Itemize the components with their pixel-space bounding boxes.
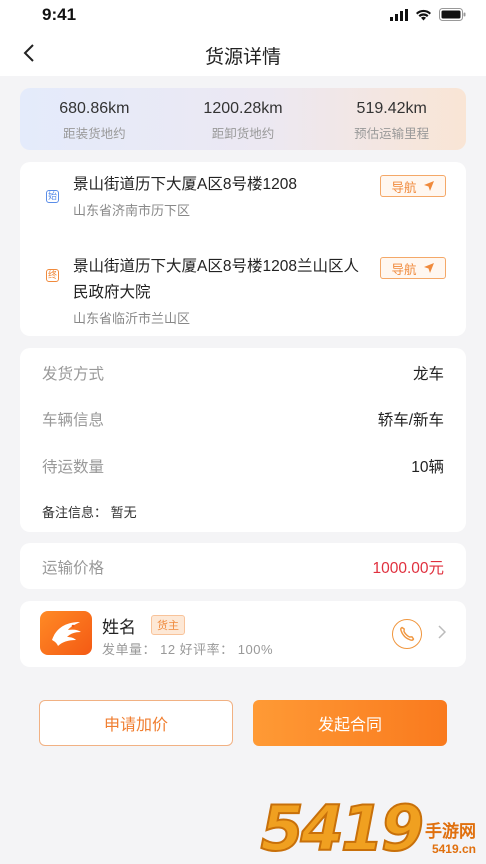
navigate-label: 导航 xyxy=(391,180,417,195)
nav-bar: 货源详情 xyxy=(0,30,486,76)
status-time: 9:41 xyxy=(42,5,77,24)
detail-value: 龙车 xyxy=(412,366,444,383)
shipper-card[interactable]: 姓名 货主 发单量： 12 好评率： 100% xyxy=(20,601,466,667)
route-card: 始 景山街道历下大厦A区8号楼1208 山东省济南市历下区 导航 终 景山街道历… xyxy=(20,162,466,336)
stat-value: 519.42km xyxy=(356,100,427,117)
detail-row-shipping-method: 发货方式 龙车 xyxy=(42,362,444,384)
end-tag: 终 xyxy=(46,269,59,282)
watermark-number: 5419 xyxy=(259,792,425,864)
start-address-text: 景山街道历下大厦A区8号楼1208 xyxy=(73,176,297,193)
detail-label: 待运数量 xyxy=(42,459,105,476)
stat-label: 预估运输里程 xyxy=(354,127,430,141)
remark-text: 备注信息： 暂无 xyxy=(42,505,137,520)
navigation-arrow-icon xyxy=(423,181,434,191)
price-row: 运输价格 1000.00元 xyxy=(42,556,444,578)
eagle-logo-icon xyxy=(52,622,81,646)
end-region: 山东省临沂市兰山区 xyxy=(73,311,191,326)
distance-stats: 680.86km 距装货地约 1200.28km 距卸货地约 519.42km … xyxy=(20,88,466,150)
status-bar: 9:41 xyxy=(0,0,486,30)
stat-label: 距装货地约 xyxy=(63,127,126,141)
navigation-arrow-icon xyxy=(423,263,434,273)
price-card: 运输价格 1000.00元 xyxy=(20,543,466,589)
stat-value: 680.86km xyxy=(59,100,130,117)
phone-icon xyxy=(400,626,415,641)
user-stats: 发单量： 12 好评率： 100% xyxy=(102,642,274,657)
stat-transport-distance: 519.42km 预估运输里程 xyxy=(317,88,466,150)
status-icons xyxy=(390,8,466,21)
detail-label: 发货方式 xyxy=(42,366,105,383)
detail-value: 轿车/新车 xyxy=(377,412,444,429)
watermark-site: 5419.cn xyxy=(431,842,476,856)
chevron-right-icon xyxy=(438,625,446,639)
start-contract-button[interactable]: 发起合同 xyxy=(253,700,447,746)
price-label: 运输价格 xyxy=(42,560,105,577)
navigate-label: 导航 xyxy=(391,262,417,277)
stat-unloading-distance: 1200.28km 距卸货地约 xyxy=(169,88,318,150)
watermark-logo: 5419 手游网 5419.cn xyxy=(259,792,476,864)
details-card: 发货方式 龙车 车辆信息 轿车/新车 待运数量 10辆 备注信息： 暂无 xyxy=(20,348,466,532)
start-region: 山东省济南市历下区 xyxy=(73,203,191,218)
signal-icon xyxy=(390,8,408,21)
owner-badge: 货主 xyxy=(151,615,185,635)
watermark-cn: 手游网 xyxy=(425,822,476,841)
avatar xyxy=(40,611,92,655)
start-address: 始 景山街道历下大厦A区8号楼1208 山东省济南市历下区 导航 xyxy=(40,172,446,219)
stat-label: 距卸货地约 xyxy=(211,127,275,141)
detail-value: 10辆 xyxy=(411,459,444,476)
request-price-increase-button[interactable]: 申请加价 xyxy=(39,700,233,746)
watermark-text: 手游网 5419.cn xyxy=(425,817,476,856)
start-navigate-button[interactable]: 导航 xyxy=(380,175,446,197)
stat-loading-distance: 680.86km 距装货地约 xyxy=(20,88,169,150)
detail-row-quantity: 待运数量 10辆 xyxy=(42,455,444,477)
price-value: 1000.00元 xyxy=(372,560,444,577)
page-title: 货源详情 xyxy=(204,47,281,68)
end-address: 终 景山街道历下大厦A区8号楼1208兰山区人民政府大院 山东省临沂市兰山区 导… xyxy=(40,254,446,327)
user-name: 姓名 xyxy=(102,618,136,637)
start-tag: 始 xyxy=(46,190,59,203)
call-button[interactable] xyxy=(392,619,422,649)
end-address-text: 景山街道历下大厦A区8号楼1208兰山区人民政府大院 xyxy=(73,258,359,301)
detail-label: 车辆信息 xyxy=(42,412,105,429)
stat-value: 1200.28km xyxy=(203,100,283,117)
detail-row-vehicle-info: 车辆信息 轿车/新车 xyxy=(42,408,444,430)
battery-icon xyxy=(439,8,466,21)
wifi-icon xyxy=(416,9,431,20)
end-navigate-button[interactable]: 导航 xyxy=(380,257,446,279)
